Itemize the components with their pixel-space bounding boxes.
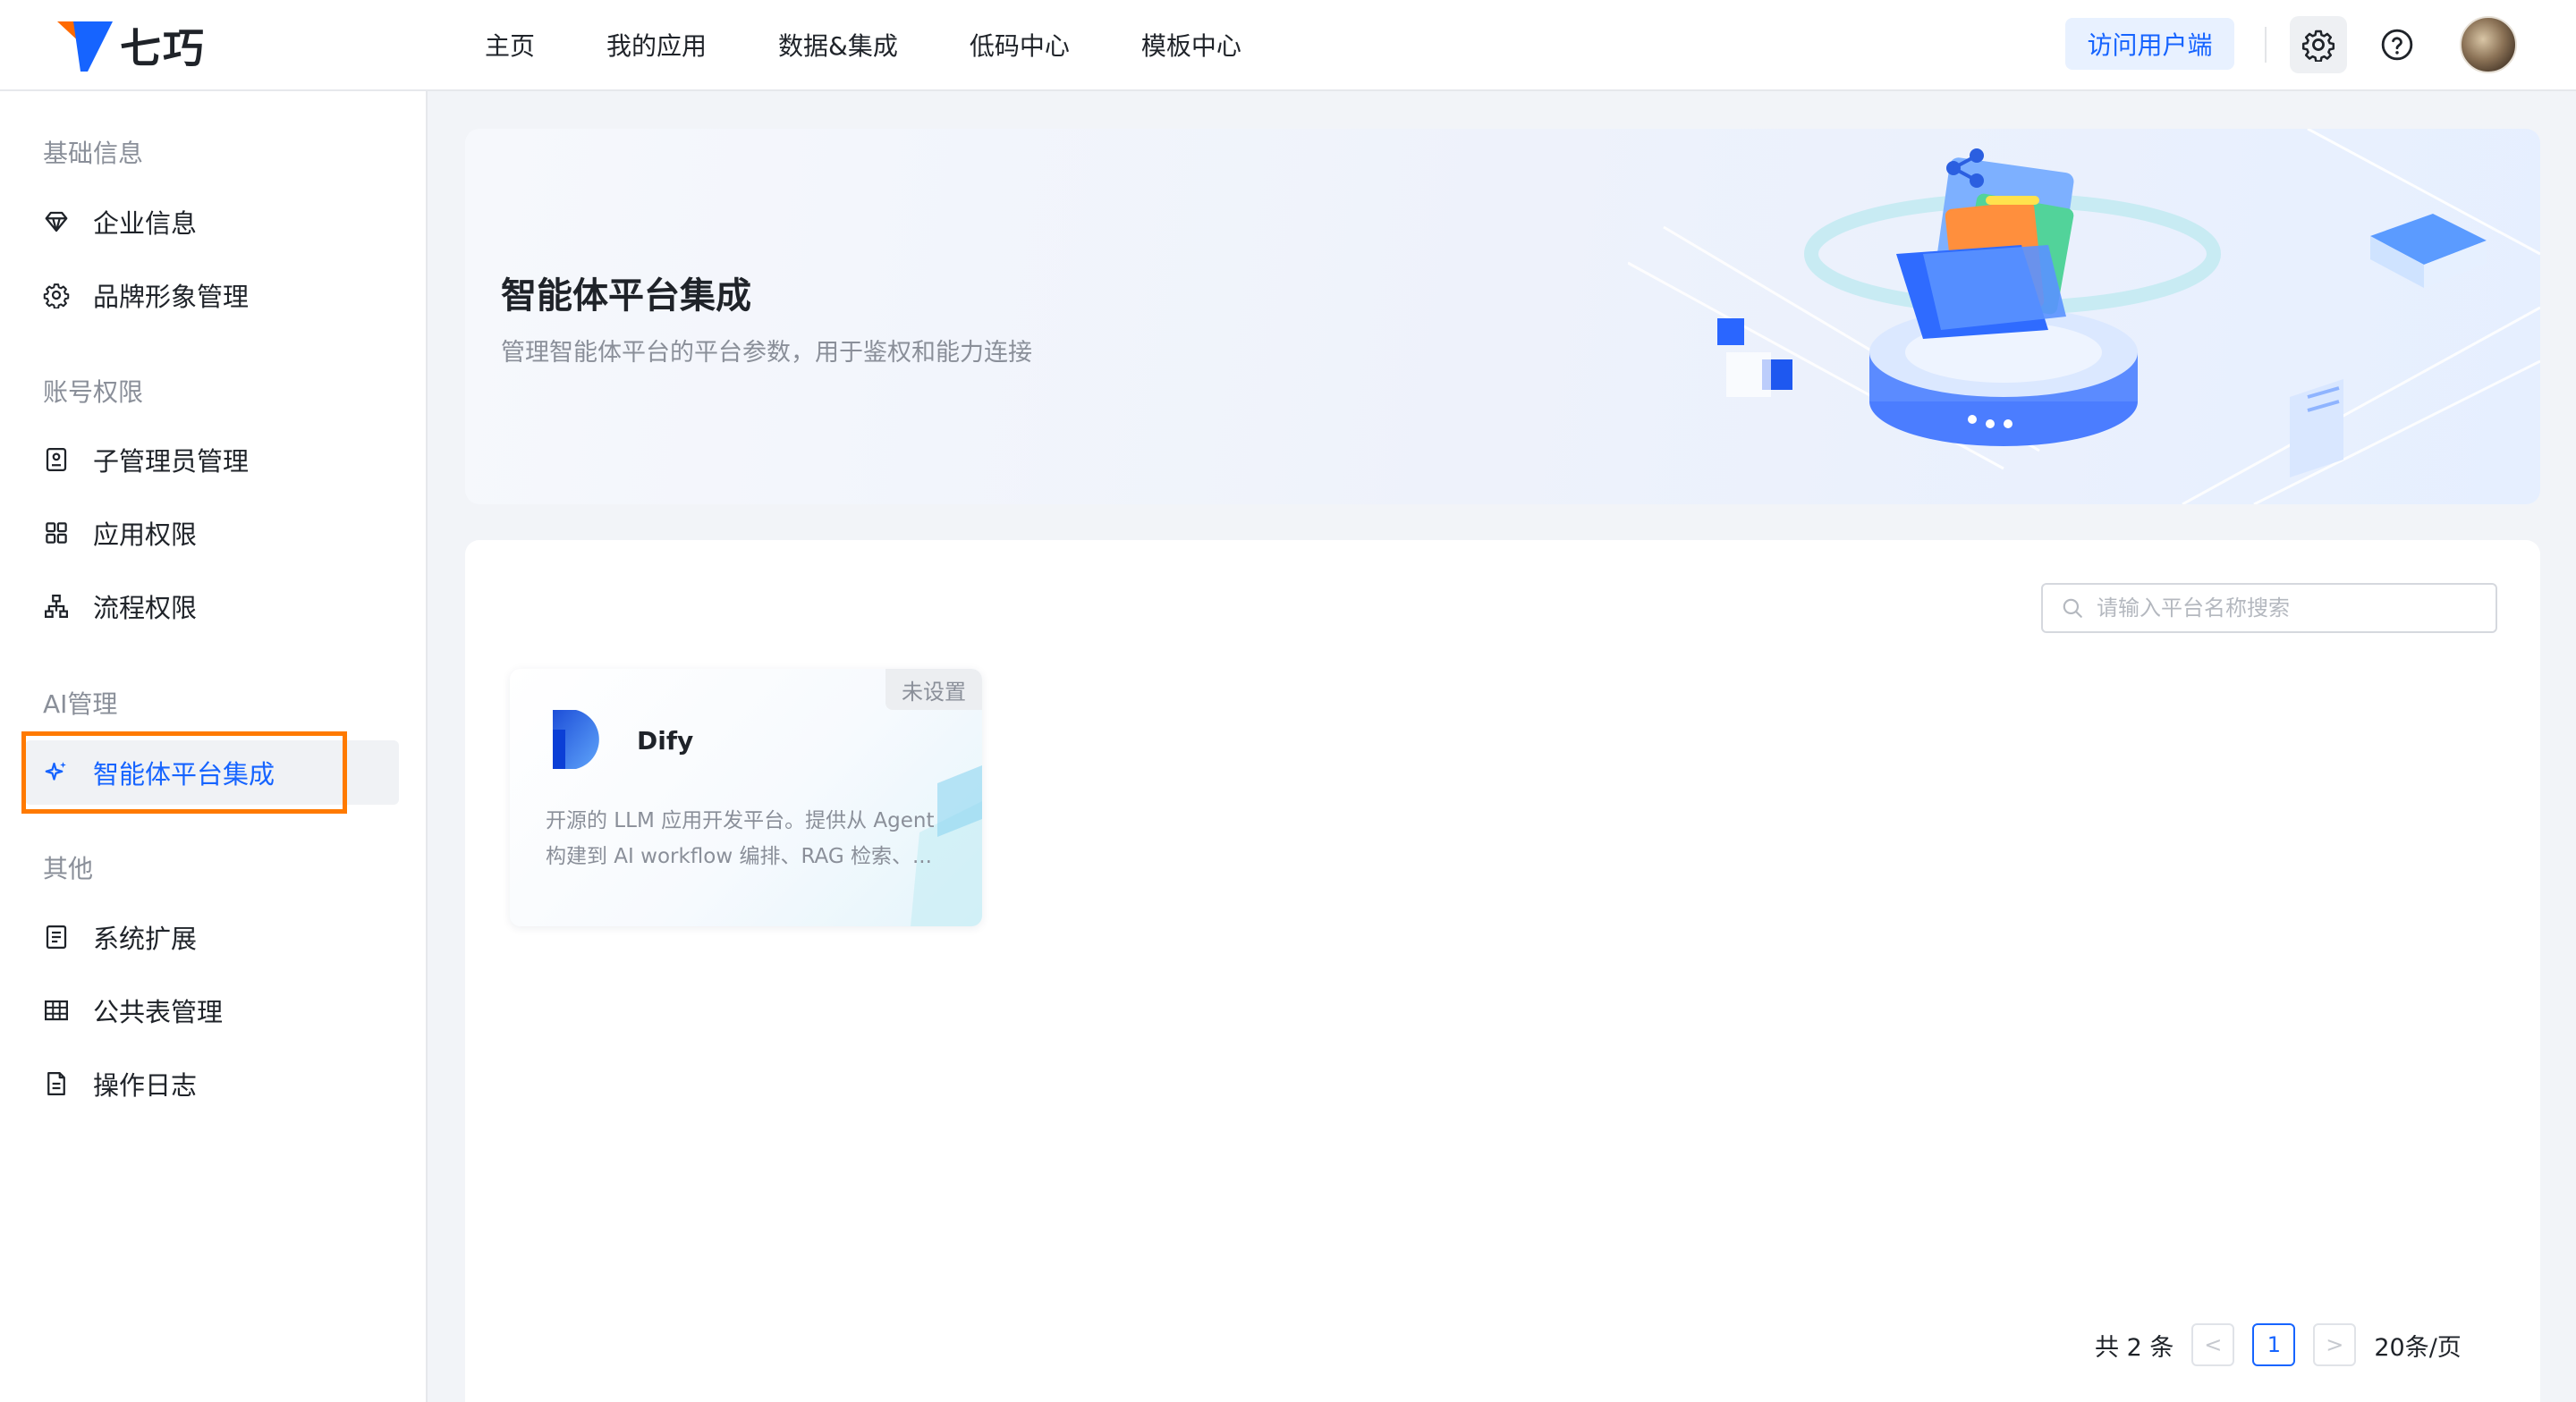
sidebar-item-app-permission[interactable]: 应用权限 (25, 501, 399, 565)
sidebar-item-label: 操作日志 (93, 1070, 198, 1101)
nav-item-template-center[interactable]: 模板中心 (1141, 27, 1241, 63)
sidebar-item-label: 品牌形象管理 (93, 282, 250, 312)
search-input[interactable] (2095, 595, 2470, 621)
dify-logo-icon (553, 710, 599, 769)
prev-page-button[interactable]: < (2191, 1323, 2235, 1366)
nav-item-home[interactable]: 主页 (485, 27, 535, 63)
sidebar-item-agent-platform-integration[interactable]: 智能体平台集成 (25, 740, 399, 805)
sidebar-item-sub-admin[interactable]: 子管理员管理 (25, 427, 399, 492)
sidebar-group-account-permission: 账号权限 (43, 377, 144, 407)
brand-logo[interactable]: 七巧 (55, 18, 206, 73)
sidebar-group-ai-management: AI管理 (43, 689, 118, 719)
page-banner: 智能体平台集成 管理智能体平台的平台参数，用于鉴权和能力连接 (465, 129, 2540, 504)
pagination: 共 2 条 < 1 > 20条/页 (2095, 1322, 2462, 1367)
sidebar-item-label: 子管理员管理 (93, 446, 250, 477)
grid-icon (43, 519, 70, 546)
next-page-button[interactable]: > (2313, 1323, 2357, 1366)
sparkle-icon (43, 759, 70, 786)
sidebar-item-operation-log[interactable]: 操作日志 (25, 1052, 399, 1116)
settings-button[interactable] (2290, 16, 2347, 73)
toolbar-divider (2265, 27, 2267, 63)
sidebar-item-label: 公共表管理 (93, 997, 224, 1027)
platform-description-line: 构建到 AI workflow 编排、RAG 检索、... (546, 845, 932, 868)
sidebar-item-process-permission[interactable]: 流程权限 (25, 574, 399, 638)
sidebar-item-company-info[interactable]: 企业信息 (25, 190, 399, 254)
top-bar: 七巧 主页 我的应用 数据&集成 低码中心 模板中心 访问用户端 (0, 0, 2576, 91)
sidebar-group-basic-info: 基础信息 (43, 139, 144, 168)
sidebar-item-system-extension[interactable]: 系统扩展 (25, 905, 399, 969)
page-subtitle: 管理智能体平台的平台参数，用于鉴权和能力连接 (501, 339, 1032, 367)
id-card-icon (43, 446, 70, 473)
nav-item-data-integration[interactable]: 数据&集成 (778, 27, 898, 63)
platform-name: Dify (637, 726, 694, 756)
integration-panel: 未设置 Dify 开源的 LLM 应用开发平台。提供从 Agent 构建到 AI… (465, 540, 2540, 1402)
page-size-select[interactable]: 20条/页 (2374, 1328, 2461, 1363)
nav-item-lowcode-center[interactable]: 低码中心 (970, 27, 1070, 63)
sidebar-item-label: 流程权限 (93, 593, 198, 623)
sidebar-item-label: 应用权限 (93, 519, 198, 550)
sidebar-item-label: 系统扩展 (93, 924, 198, 954)
search-box[interactable] (2041, 583, 2497, 633)
doc-list-icon (43, 924, 70, 950)
table-icon (43, 997, 70, 1024)
banner-illustration (1628, 129, 2540, 504)
sidebar: 基础信息 企业信息 品牌形象管理 账号权限 子管理员管理 应用权限 流程权限 A… (0, 91, 428, 1402)
pagination-total: 共 2 条 (2095, 1333, 2174, 1362)
diamond-icon (43, 208, 70, 235)
user-avatar[interactable] (2460, 16, 2517, 73)
hierarchy-icon (43, 593, 70, 620)
platform-description: 开源的 LLM 应用开发平台。提供从 Agent 构建到 AI workflow… (546, 803, 948, 874)
sidebar-group-other: 其他 (43, 854, 94, 883)
logo-mark-icon (57, 21, 113, 72)
sidebar-item-label: 企业信息 (93, 208, 198, 239)
page-title: 智能体平台集成 (501, 275, 751, 317)
sidebar-item-public-table[interactable]: 公共表管理 (25, 978, 399, 1043)
status-badge: 未设置 (886, 669, 982, 710)
question-circle-icon (2381, 29, 2413, 61)
search-icon (2063, 598, 2082, 618)
nav-item-my-apps[interactable]: 我的应用 (606, 27, 707, 63)
sidebar-item-brand-image[interactable]: 品牌形象管理 (25, 263, 399, 327)
platform-card-dify[interactable]: 未设置 Dify 开源的 LLM 应用开发平台。提供从 Agent 构建到 AI… (510, 669, 982, 926)
sidebar-item-label: 智能体平台集成 (93, 759, 275, 790)
main-nav: 主页 我的应用 数据&集成 低码中心 模板中心 (485, 0, 1313, 89)
help-button[interactable] (2372, 20, 2422, 70)
gear-icon (2301, 30, 2335, 62)
visit-user-portal-button[interactable]: 访问用户端 (2065, 18, 2234, 70)
platform-description-line: 开源的 LLM 应用开发平台。提供从 Agent (546, 809, 935, 832)
page-number-button[interactable]: 1 (2252, 1323, 2296, 1366)
file-icon (43, 1070, 70, 1097)
gear-icon (43, 282, 70, 308)
brand-name: 七巧 (120, 24, 206, 72)
